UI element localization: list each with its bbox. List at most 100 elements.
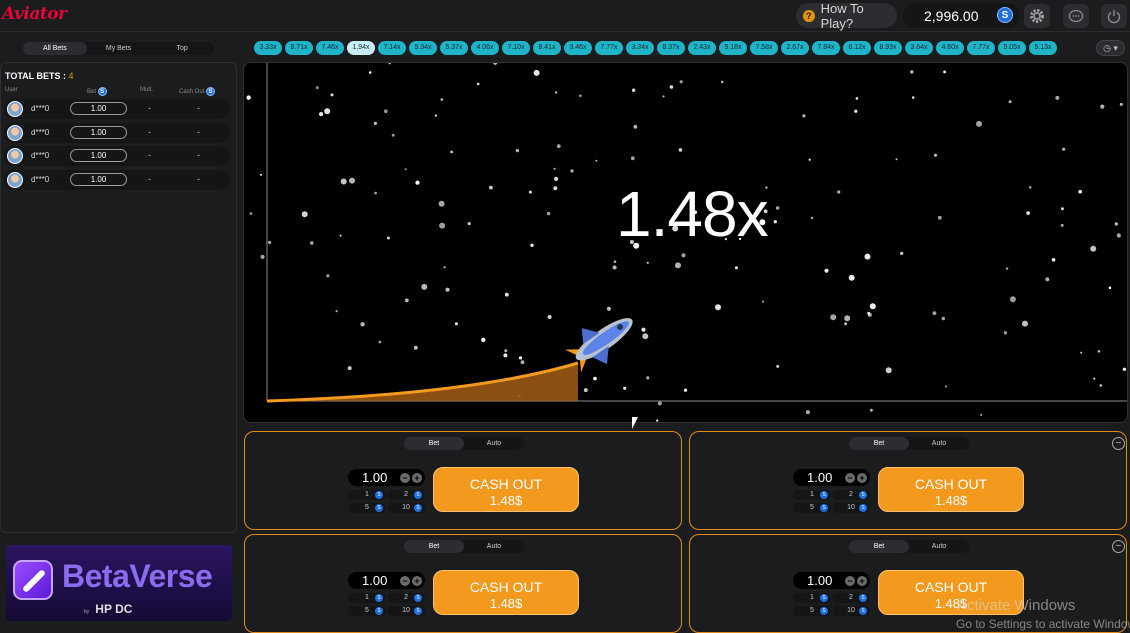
star — [315, 86, 319, 90]
star — [870, 408, 873, 412]
total-bets-count: 4 — [68, 71, 74, 81]
history-multiplier-chip[interactable]: 7.10x — [502, 41, 530, 55]
star — [518, 356, 523, 360]
history-multiplier-chip[interactable]: 8.12x — [843, 41, 871, 55]
history-multiplier-chip[interactable]: 5.34x — [409, 41, 437, 55]
history-multiplier-chip[interactable]: 7.84x — [812, 41, 840, 55]
tab-auto[interactable]: Auto — [909, 540, 969, 553]
history-multiplier-chip[interactable]: 7.14x — [378, 41, 406, 55]
star — [669, 85, 674, 89]
star — [528, 190, 532, 194]
tab-bet[interactable]: Bet — [404, 437, 464, 450]
star — [683, 388, 688, 392]
history-multiplier-chip[interactable]: 8.71x — [285, 41, 313, 55]
tab-all-bets[interactable]: All Bets — [23, 42, 87, 55]
cash-out-button[interactable]: CASH OUT 1.48$ — [878, 467, 1024, 512]
star — [824, 268, 829, 273]
plus-icon[interactable]: + — [412, 473, 422, 483]
plus-icon[interactable]: + — [857, 473, 867, 483]
history-multiplier-chip[interactable]: 5.37x — [440, 41, 468, 55]
plus-icon[interactable]: + — [857, 576, 867, 586]
star — [675, 262, 681, 269]
minus-icon[interactable]: − — [845, 473, 855, 483]
star — [324, 108, 331, 115]
star — [503, 353, 508, 358]
stake-input[interactable]: 1.00 — [362, 573, 387, 588]
history-multiplier-chip[interactable]: 4.60x — [936, 41, 964, 55]
stake-input[interactable]: 1.00 — [807, 470, 832, 485]
cash-out-button[interactable]: CASH OUT 1.48$ — [433, 467, 579, 512]
history-multiplier-chip[interactable]: 7.77x — [595, 41, 623, 55]
stake-input[interactable]: 1.00 — [807, 573, 832, 588]
history-multiplier-chip[interactable]: 9.18x — [719, 41, 747, 55]
history-multiplier-chip[interactable]: 3.33x — [254, 41, 282, 55]
history-toggle-button[interactable]: ◷ ▾ — [1096, 40, 1125, 56]
star — [246, 95, 251, 100]
tab-auto[interactable]: Auto — [464, 437, 524, 450]
currency-icon: S — [859, 594, 867, 602]
total-bets-label: TOTAL BETS : — [5, 71, 67, 81]
tab-top[interactable]: Top — [150, 42, 214, 55]
history-multiplier-chip[interactable]: 8.41x — [533, 41, 561, 55]
cash-out-button[interactable]: CASH OUT 1.48$ — [433, 570, 579, 615]
history-multiplier-chip[interactable]: 7.77x — [967, 41, 995, 55]
plus-icon[interactable]: + — [412, 576, 422, 586]
settings-button[interactable] — [1024, 4, 1050, 28]
star — [633, 124, 638, 129]
star — [489, 185, 493, 190]
tab-bet[interactable]: Bet — [404, 540, 464, 553]
history-multiplier-chip[interactable]: 7.46x — [316, 41, 344, 55]
cash-out-amount: 1.48$ — [489, 493, 523, 508]
star — [715, 304, 721, 311]
minus-icon[interactable]: − — [400, 576, 410, 586]
history-multiplier-chip[interactable]: 3.34x — [626, 41, 654, 55]
history-multiplier-chip[interactable]: 4.06x — [471, 41, 499, 55]
star — [319, 112, 324, 117]
history-multiplier-chip[interactable]: 3.46x — [564, 41, 592, 55]
tab-bet[interactable]: Bet — [849, 540, 909, 553]
star — [368, 71, 372, 74]
history-multiplier-chip[interactable]: 5.13x — [1029, 41, 1057, 55]
star — [533, 69, 540, 76]
history-multiplier-chip[interactable]: 8.37x — [657, 41, 685, 55]
bet-amount: 1.00 — [70, 172, 127, 186]
minus-icon[interactable]: − — [400, 473, 410, 483]
minus-icon[interactable]: − — [845, 576, 855, 586]
aviator-logo[interactable]: Aviator — [2, 4, 67, 24]
history-multiplier-chip[interactable]: 7.58x — [750, 41, 778, 55]
history-multiplier-chip[interactable]: 1.94x — [347, 41, 375, 55]
star — [810, 216, 814, 220]
avatar — [7, 124, 23, 141]
tab-auto[interactable]: Auto — [464, 540, 524, 553]
betaverse-banner[interactable]: BetaVerse by HP DC — [6, 545, 232, 621]
star — [330, 93, 334, 97]
star — [1005, 267, 1009, 270]
tab-bet[interactable]: Bet — [849, 437, 909, 450]
tab-my-bets[interactable]: My Bets — [87, 42, 151, 55]
stake-input[interactable]: 1.00 — [362, 470, 387, 485]
star — [404, 298, 409, 303]
how-to-play-button[interactable]: ? How To Play? — [796, 1, 897, 31]
chat-button[interactable] — [1063, 4, 1089, 28]
exit-button[interactable] — [1101, 4, 1127, 28]
star — [1097, 350, 1101, 353]
top-bar: Aviator ? How To Play? 2,996.00 S — [0, 0, 1130, 32]
history-multiplier-chip[interactable]: 5.05x — [998, 41, 1026, 55]
star — [1116, 233, 1121, 238]
star — [583, 388, 588, 393]
star — [630, 156, 635, 161]
bet-mode-tabs: Bet Auto — [404, 437, 524, 450]
star — [421, 283, 428, 290]
history-multiplier-chip[interactable]: 8.93x — [874, 41, 902, 55]
avatar — [7, 101, 23, 117]
remove-panel-button[interactable]: − — [1112, 540, 1125, 553]
history-multiplier-chip[interactable]: 3.64x — [905, 41, 933, 55]
bet-row: d***0 1.00 - - — [4, 169, 230, 190]
history-multiplier-chip[interactable]: 2.43x — [688, 41, 716, 55]
tab-auto[interactable]: Auto — [909, 437, 969, 450]
bet-mode-tabs: Bet Auto — [404, 540, 524, 553]
remove-panel-button[interactable]: − — [1112, 437, 1125, 450]
watermark-line1: Activate Windows — [957, 597, 1076, 614]
history-multiplier-chip[interactable]: 2.67x — [781, 41, 809, 55]
star — [943, 70, 946, 74]
